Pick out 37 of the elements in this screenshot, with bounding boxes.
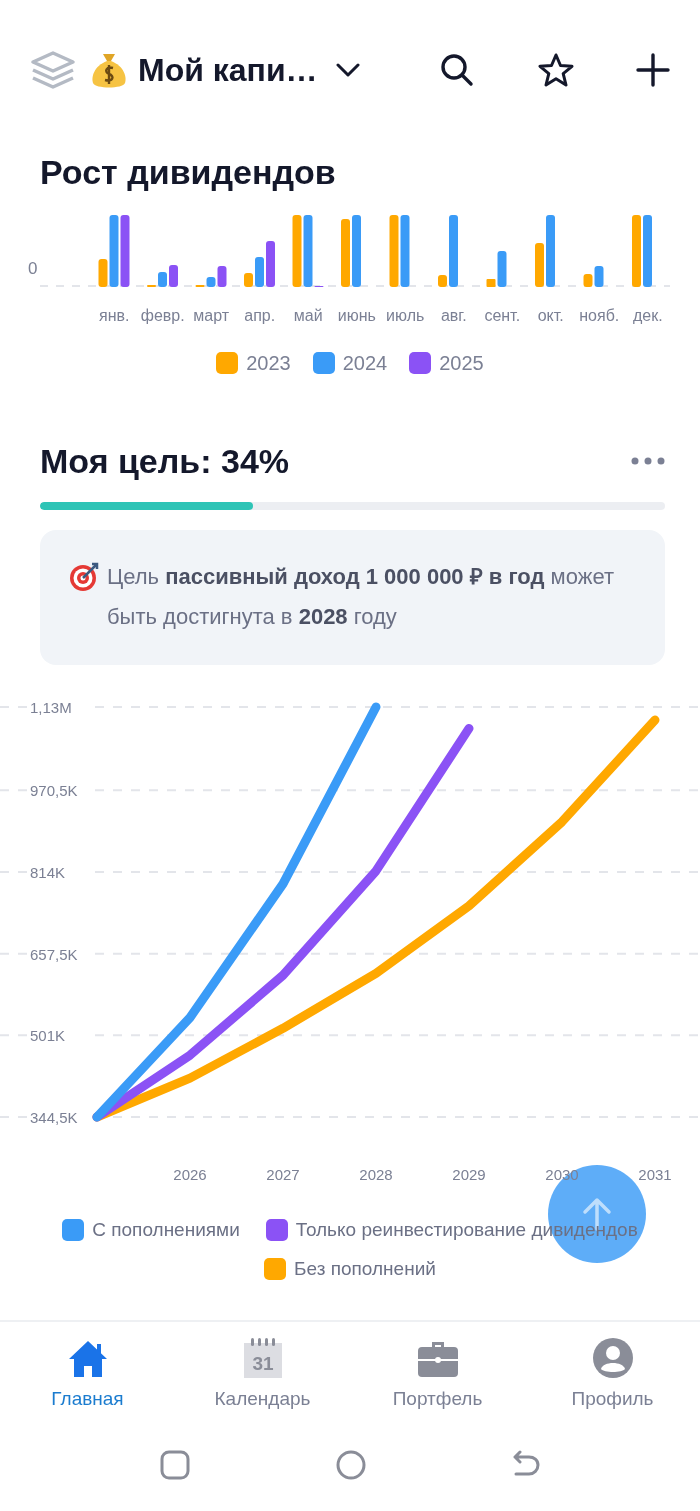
x-axis-label: 2031 (638, 1166, 672, 1183)
month-label: июль (385, 306, 426, 326)
month-label: авг. (439, 306, 468, 326)
section-title: Рост дивидендов (40, 152, 337, 192)
month-label: янв. (98, 306, 131, 326)
portfolio-title[interactable]: Мой капи… (138, 51, 318, 89)
legend-label[interactable]: 2025 (439, 351, 484, 375)
x-axis-label: 2026 (173, 1166, 207, 1183)
month-label: март (192, 306, 231, 326)
goal-title: Моя цель: 34% (40, 441, 290, 481)
nav-tab[interactable]: Главная (0, 1338, 175, 1426)
y-axis-label: 501K (30, 1027, 66, 1045)
nav-tab[interactable]: 31 Календарь (175, 1338, 350, 1426)
y-axis-label: 657,5K (30, 945, 78, 963)
legend-label[interactable]: Без пополнений (294, 1258, 436, 1280)
month-label: апр. (243, 306, 277, 326)
month-label: нояб. (578, 306, 621, 326)
goal-message: Цель пассивный доход 1 000 000 ₽ в год может быть достигнута в 2028 году (107, 563, 615, 631)
month-label: сент. (483, 306, 522, 326)
month-label: май (292, 306, 324, 326)
nav-tab[interactable]: Профиль (525, 1338, 700, 1426)
y-axis-label: 814K (30, 863, 66, 881)
y-axis-label: 344,5K (30, 1109, 78, 1126)
x-axis-label: 2027 (266, 1166, 300, 1183)
month-label: июнь (336, 306, 377, 326)
legend-label[interactable]: С пополнениями (92, 1219, 240, 1241)
x-axis-label: 2028 (359, 1166, 393, 1183)
legend-label[interactable]: 2023 (246, 351, 291, 375)
month-label: февр. (139, 306, 186, 326)
month-label: дек. (631, 306, 664, 326)
x-axis-label: 2029 (452, 1166, 486, 1183)
nav-tab[interactable]: Портфель (350, 1338, 525, 1426)
y-axis-label: 970,5K (30, 782, 78, 800)
month-label: окт. (536, 306, 565, 326)
legend-label[interactable]: 2024 (342, 351, 388, 375)
axis-label: 0 (28, 259, 39, 279)
y-axis-label: 1,13M (30, 699, 72, 716)
